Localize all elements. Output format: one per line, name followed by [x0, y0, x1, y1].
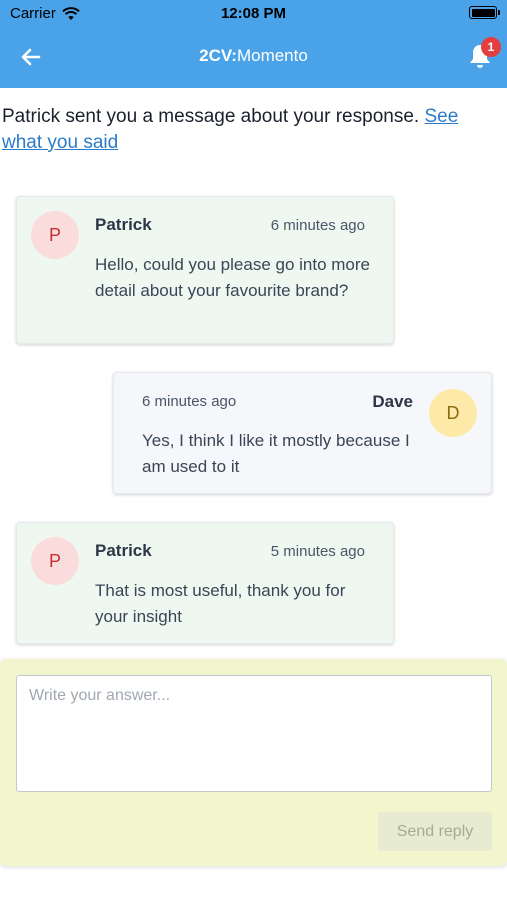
message-author: Dave [372, 392, 413, 411]
app-title-brand: 2CV: [199, 46, 237, 65]
reply-panel: Send reply [0, 659, 507, 866]
status-bar: Carrier 12:08 PM [0, 0, 507, 26]
message-time: 6 minutes ago [142, 393, 237, 410]
avatar: P [31, 537, 79, 585]
clock: 12:08 PM [220, 5, 287, 22]
app-title-product: Momento [236, 46, 308, 65]
message-body: Hello, could you please go into more det… [95, 255, 370, 300]
avatar: P [31, 211, 79, 259]
message-card: 6 minutes ago Dave D Yes, I think I like… [113, 372, 492, 494]
notification-badge: 1 [481, 37, 501, 57]
message-author: Patrick [95, 215, 152, 234]
app-header: 2CV:Momento 1 [0, 26, 507, 88]
message-time: 5 minutes ago [270, 543, 365, 560]
avatar: D [429, 389, 477, 437]
message-card: P Patrick 5 minutes ago That is most use… [16, 522, 394, 644]
message-time: 6 minutes ago [270, 217, 365, 234]
app-title: 2CV:Momento [0, 46, 507, 66]
send-reply-button[interactable]: Send reply [378, 812, 492, 851]
message-author: Patrick [95, 541, 152, 560]
message-body: That is most useful, thank you for your … [95, 581, 346, 626]
message-card: P Patrick 6 minutes ago Hello, could you… [16, 196, 394, 344]
intro-text: Patrick sent you a message about your re… [2, 106, 425, 127]
answer-input[interactable] [16, 675, 492, 792]
intro-message: Patrick sent you a message about your re… [2, 104, 502, 156]
message-body: Yes, I think I like it mostly because I … [142, 431, 410, 476]
battery-icon [469, 6, 500, 19]
